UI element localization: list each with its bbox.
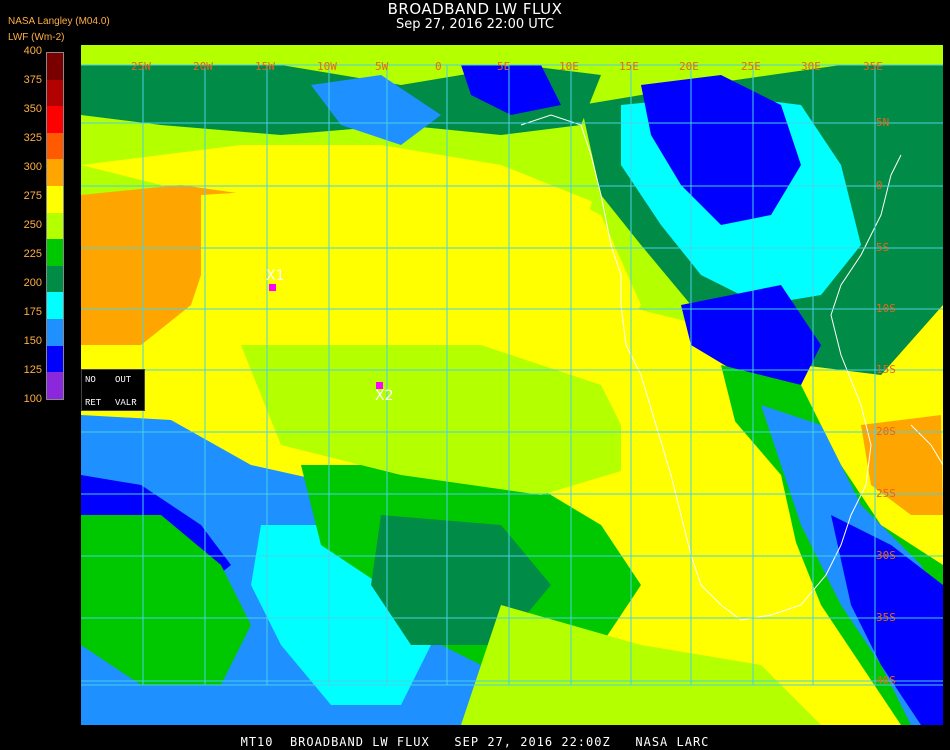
grid-lat-label: 15S — [876, 363, 896, 376]
grid-lat-label: 0 — [876, 179, 883, 192]
grid-lat-label: 5S — [876, 241, 890, 254]
legend-tick-label: 125 — [23, 364, 42, 376]
satellite-map[interactable] — [81, 45, 943, 725]
legend-tick-label: 100 — [23, 393, 42, 405]
grid-lon-label: 10W — [317, 60, 337, 73]
grid-lon-label: 5E — [497, 60, 511, 73]
legend-swatch — [47, 53, 63, 80]
legend-swatch — [47, 239, 63, 266]
legend-swatch — [47, 106, 63, 133]
grid-lon-label: 15E — [619, 60, 639, 73]
legend-tick-label: 325 — [23, 132, 42, 144]
legend-tick-label: 200 — [23, 277, 42, 289]
key-ret: RET — [85, 398, 102, 408]
grid-lat-label: 25S — [876, 487, 896, 500]
legend-swatch — [47, 292, 63, 320]
legend-tick-label: 350 — [23, 103, 42, 115]
marker-x2-label: X2 — [375, 388, 394, 404]
legend-tick-label: 150 — [23, 335, 42, 347]
legend-swatch — [47, 186, 63, 213]
legend-tick-label: 275 — [23, 190, 42, 202]
grid-lat-label: 5N — [876, 116, 890, 129]
legend-swatch — [47, 372, 63, 399]
unit-label: LWF (Wm-2) — [8, 32, 65, 43]
key-out: OUT — [115, 375, 132, 385]
color-legend — [46, 52, 64, 400]
grid-lon-label: 30E — [801, 60, 821, 73]
output-key-box: NO OUT RET VALR — [81, 369, 145, 411]
legend-tick-label: 175 — [23, 306, 42, 318]
grid-lat-label: 10S — [876, 302, 896, 315]
legend-swatch — [47, 132, 63, 160]
legend-swatch — [47, 345, 63, 373]
grid-lon-label: 10E — [559, 60, 579, 73]
map-datetime: Sep 27, 2016 22:00 UTC — [395, 17, 555, 32]
grid-lon-label: 20E — [679, 60, 699, 73]
key-no: NO — [85, 375, 96, 385]
grid-lon-label: 35E — [863, 60, 883, 73]
marker-x1[interactable] — [269, 284, 276, 291]
legend-tick-label: 250 — [23, 219, 42, 231]
grid-lon-label: 15W — [255, 60, 275, 73]
grid-lon-label: 5W — [375, 60, 389, 73]
marker-x1-label: X1 — [266, 268, 285, 284]
grid-lat-label: 20S — [876, 425, 896, 438]
grid-lon-label: 20W — [193, 60, 213, 73]
legend-swatch — [47, 159, 63, 187]
legend-tick-label: 300 — [23, 161, 42, 173]
footer-caption: MT10 BROADBAND LW FLUX SEP 27, 2016 22:0… — [240, 735, 710, 749]
legend-tick-label: 400 — [23, 45, 42, 57]
key-valr: VALR — [115, 398, 137, 408]
grid-lat-label: 30S — [876, 549, 896, 562]
grid-lon-label: 25W — [131, 60, 151, 73]
grid-lat-label: 40S — [876, 674, 896, 687]
legend-swatch — [47, 79, 63, 107]
legend-tick-label: 375 — [23, 74, 42, 86]
lat-lon-grid — [81, 64, 943, 686]
grid-lat-label: 35S — [876, 611, 896, 624]
legend-swatch — [47, 212, 63, 240]
legend-swatch — [47, 319, 63, 346]
grid-lon-label: 25E — [741, 60, 761, 73]
grid-lon-label: 0 — [435, 60, 442, 73]
organization-label: NASA Langley (M04.0) — [8, 16, 110, 27]
legend-tick-label: 225 — [23, 248, 42, 260]
map-title: BROADBAND LW FLUX — [387, 0, 563, 18]
legend-swatch — [47, 265, 63, 293]
